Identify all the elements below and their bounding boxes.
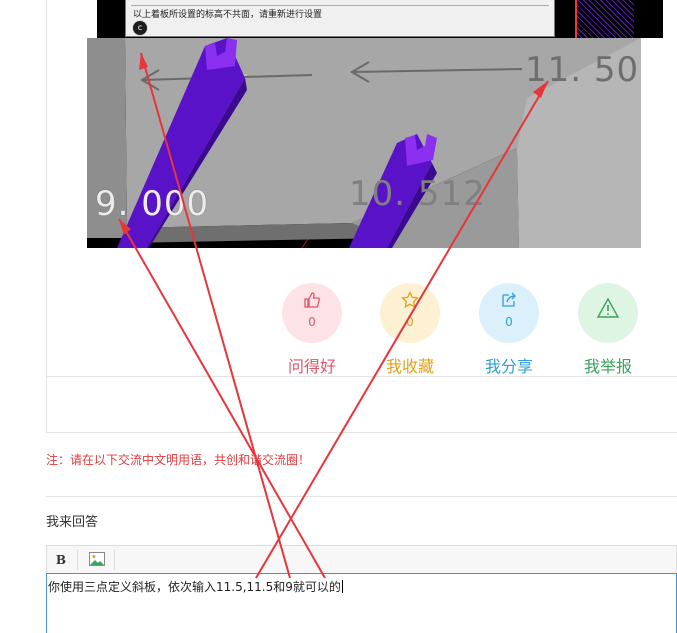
reply-content: 你使用三点定义斜板，依次输入11.5,11.5和9就可以的 <box>48 580 341 594</box>
editor-toolbar: B <box>46 545 677 573</box>
report-button[interactable]: 我举报 <box>576 283 640 377</box>
favorite-button[interactable]: 0 我收藏 <box>378 283 442 377</box>
toolbar-separator <box>77 550 78 570</box>
share-label[interactable]: 我分享 <box>477 353 541 377</box>
elevation-label-10512: 10. 512 <box>349 174 486 214</box>
cad-3d-view: 11. 500 9. 000 10. 512 <box>87 38 641 248</box>
cad-hatch-pattern <box>575 0 634 38</box>
cad-screenshot-top: 以上着板所设置的标高不共面，请重新进行设置 c <box>97 0 663 38</box>
content-border-left <box>46 0 47 432</box>
warning-icon <box>578 297 638 324</box>
share-icon <box>479 291 539 314</box>
like-label[interactable]: 问得好 <box>280 353 344 377</box>
favorite-count: 0 <box>406 315 414 329</box>
text-caret <box>341 580 343 593</box>
like-button-circle[interactable]: 0 <box>282 283 342 343</box>
insert-image-button[interactable] <box>88 552 106 568</box>
like-button[interactable]: 0 问得好 <box>280 283 344 377</box>
like-count: 0 <box>308 315 316 329</box>
report-label[interactable]: 我举报 <box>576 353 640 377</box>
star-icon <box>380 290 440 314</box>
thumbs-up-icon <box>282 291 342 314</box>
bold-button[interactable]: B <box>52 552 70 568</box>
report-button-circle[interactable] <box>578 283 638 343</box>
divider <box>46 496 677 497</box>
elevation-label-11500: 11. 500 <box>525 50 641 90</box>
share-count: 0 <box>505 315 513 329</box>
divider <box>46 432 677 433</box>
cad-warning-dialog: 以上着板所设置的标高不共面，请重新进行设置 c <box>125 0 555 37</box>
civility-notice: 注：请在以下交流中文明用语，共创和谐交流圈！ <box>46 453 311 467</box>
favorite-button-circle[interactable]: 0 <box>380 283 440 343</box>
reply-section-title: 我来回答 <box>46 515 99 530</box>
reply-editor-text[interactable]: 你使用三点定义斜板，依次输入11.5,11.5和9就可以的 <box>48 578 343 595</box>
dialog-border <box>131 5 549 6</box>
image-icon <box>89 552 105 566</box>
favorite-label[interactable]: 我收藏 <box>378 353 442 377</box>
share-button[interactable]: 0 我分享 <box>477 283 541 377</box>
dialog-message: 以上着板所设置的标高不共面，请重新进行设置 <box>133 10 323 20</box>
elevation-label-9000: 9. 000 <box>95 184 210 224</box>
annotation-arrow-line <box>118 218 326 579</box>
share-button-circle[interactable]: 0 <box>479 283 539 343</box>
reply-editor[interactable]: 你使用三点定义斜板，依次输入11.5,11.5和9就可以的 <box>46 573 677 633</box>
dialog-icon: c <box>132 20 148 36</box>
toolbar-separator <box>114 550 115 570</box>
